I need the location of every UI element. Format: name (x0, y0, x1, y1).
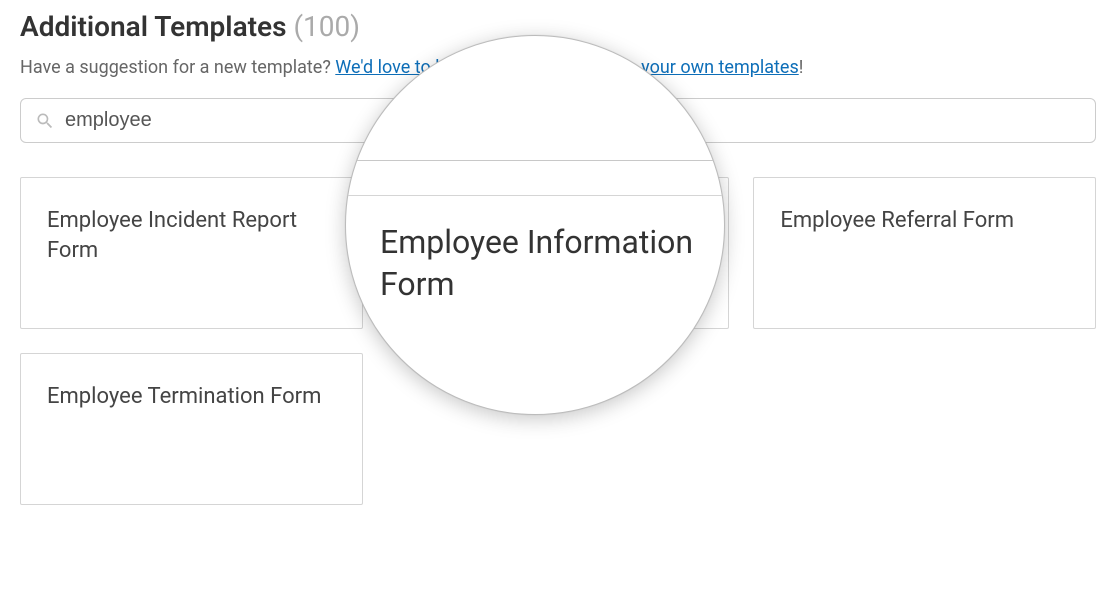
template-card[interactable]: Employee Referral Form (753, 177, 1096, 329)
search-field[interactable] (20, 98, 1096, 143)
page-title: Additional Templates (100) (20, 10, 1096, 43)
card-title: Employee Incident Report Form (47, 206, 336, 265)
create-own-link[interactable]: create your own templates (587, 57, 799, 78)
page-subtitle: Have a suggestion for a new template? We… (20, 57, 1096, 78)
template-card[interactable]: Employee Incident Report Form (20, 177, 363, 329)
subtitle-text-middle: . Or, you can (485, 57, 586, 78)
subtitle-text-after: ! (799, 57, 804, 78)
card-title: Employee Termination Form (47, 382, 321, 412)
title-count: (100) (293, 10, 360, 43)
subtitle-text-before: Have a suggestion for a new template? (20, 57, 335, 78)
suggestion-link[interactable]: We'd love to hear it (335, 57, 485, 78)
search-input[interactable] (65, 109, 1081, 132)
template-grid: Employee Incident Report Form Employee I… (20, 177, 1096, 505)
card-title: Employee Information Form (414, 206, 686, 236)
template-card[interactable]: Employee Termination Form (20, 353, 363, 505)
search-icon (35, 111, 55, 131)
template-card[interactable]: Employee Information Form (387, 177, 730, 329)
card-title: Employee Referral Form (780, 206, 1014, 236)
title-text: Additional Templates (20, 10, 287, 43)
